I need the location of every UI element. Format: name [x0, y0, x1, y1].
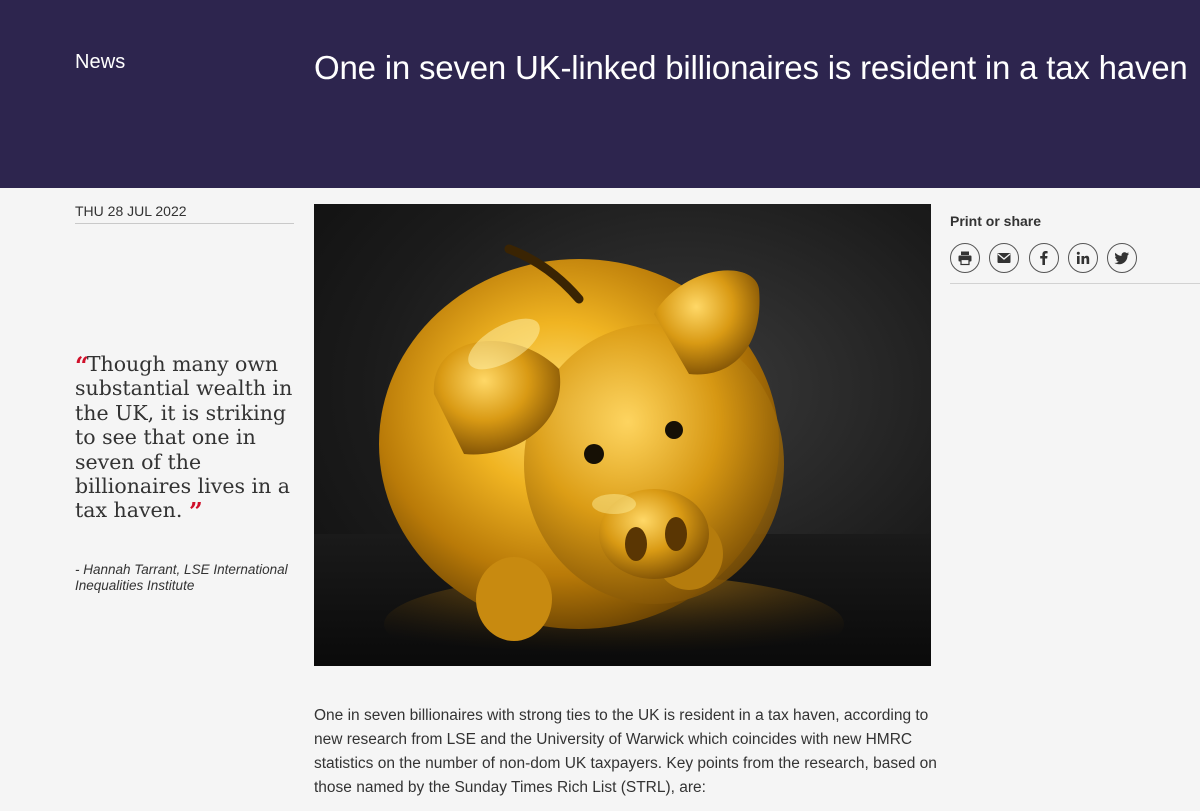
page-banner: News One in seven UK-linked billionaires…: [0, 0, 1200, 188]
article-intro: One in seven billionaires with strong ti…: [314, 707, 937, 796]
print-icon: [958, 251, 972, 266]
pull-quote: “Though many own substantial wealth in t…: [75, 352, 300, 527]
email-icon: [997, 253, 1011, 263]
piggy-bank-illustration: [314, 244, 931, 666]
pull-quote-text: Though many own substantial wealth in th…: [75, 352, 293, 523]
facebook-button[interactable]: [1028, 243, 1059, 273]
linkedin-button[interactable]: [1067, 243, 1098, 273]
quote-attribution: - Hannah Tarrant, LSE International Ineq…: [75, 562, 288, 593]
hero-image-piggy-bank: [314, 204, 931, 666]
share-label: Print or share: [950, 213, 1042, 229]
print-button[interactable]: [950, 243, 980, 273]
article-date: THU 28 JUL 2022: [75, 203, 294, 224]
page-title: One in seven UK-linked billionaires is r…: [314, 49, 1188, 86]
twitter-button[interactable]: [1107, 243, 1138, 273]
facebook-icon: [1039, 251, 1048, 265]
email-button[interactable]: [989, 243, 1020, 273]
twitter-icon: [1114, 252, 1130, 265]
share-buttons: [950, 243, 1200, 284]
linkedin-icon: [1076, 251, 1090, 264]
close-quote-icon: ”: [188, 497, 203, 527]
section-link-news[interactable]: News: [75, 51, 125, 74]
